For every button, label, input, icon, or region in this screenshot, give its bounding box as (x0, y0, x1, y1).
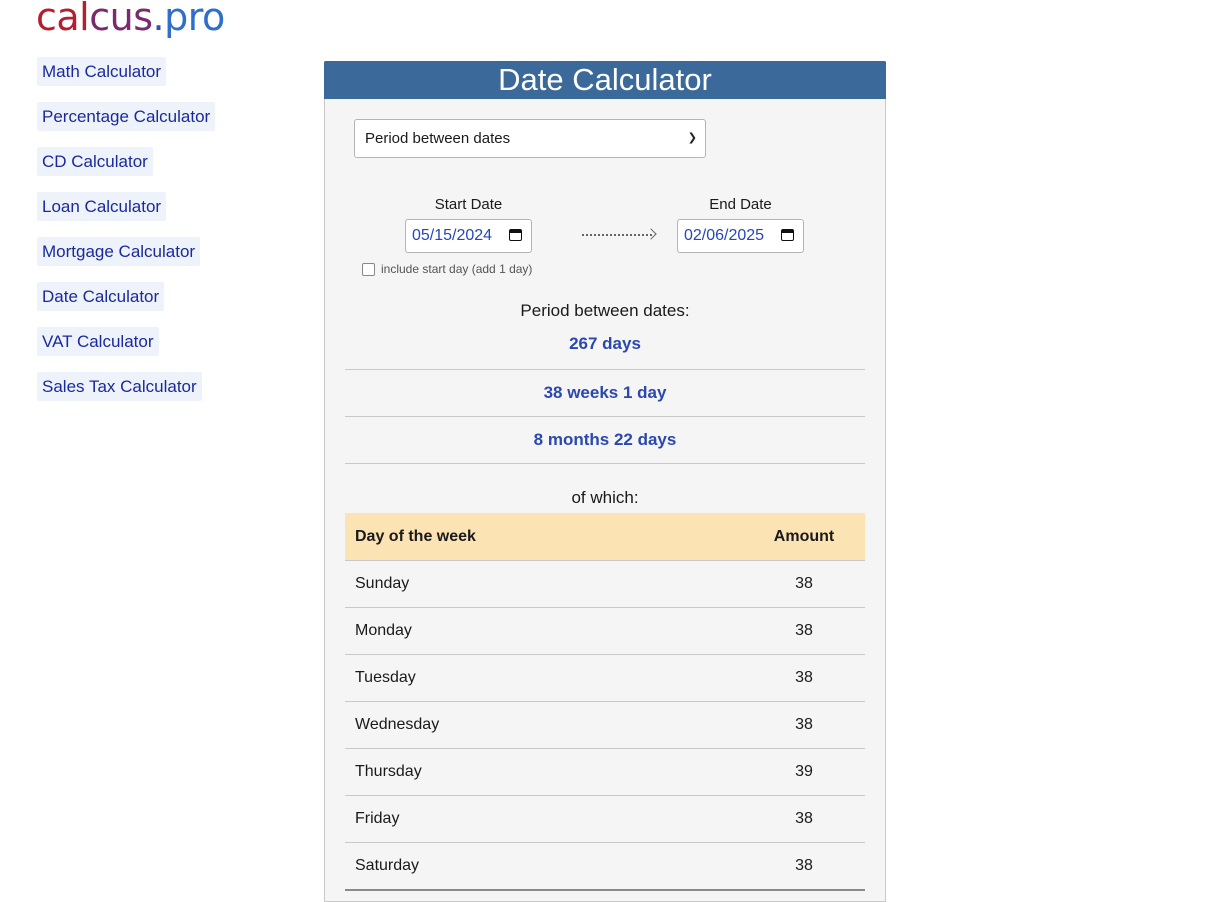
weekday-amount: 38 (744, 701, 865, 749)
sidebar-item-sales-tax[interactable]: Sales Tax Calculator (37, 372, 202, 401)
of-which-label: of which: (571, 488, 639, 507)
sidebar-item-mortgage[interactable]: Mortgage Calculator (37, 237, 201, 266)
date-calculator-panel: Date Calculator Period between dates ❯ S… (324, 61, 886, 902)
weekday-name: Monday (345, 607, 744, 655)
logo-part-1: cal (36, 0, 90, 39)
result-months: 8 months 22 days (345, 417, 865, 464)
weekday-amount: 38 (744, 842, 865, 891)
results-list: 267 days 38 weeks 1 day 8 months 22 days (345, 324, 865, 464)
weekday-amount: 38 (744, 560, 865, 608)
logo-part-3: . (152, 0, 165, 39)
sidebar-item-vat[interactable]: VAT Calculator (37, 327, 159, 356)
end-date-group: End Date 02/06/2025 (677, 195, 804, 253)
table-row: Tuesday 38 (345, 654, 865, 702)
table-row: Saturday 38 (345, 842, 865, 891)
result-days: 267 days (345, 324, 865, 370)
weekday-amount: 38 (744, 654, 865, 702)
calendar-icon[interactable] (781, 229, 794, 241)
table-header-row: Day of the week Amount (345, 513, 865, 561)
result-weeks: 38 weeks 1 day (345, 370, 865, 417)
end-date-label: End Date (709, 196, 772, 213)
table-row: Friday 38 (345, 795, 865, 843)
start-date-group: Start Date 05/15/2024 (405, 195, 532, 253)
table-row: Wednesday 38 (345, 701, 865, 749)
weekday-amount: 39 (744, 748, 865, 796)
weekday-name: Sunday (345, 560, 744, 608)
mode-select[interactable]: Period between dates ❯ (354, 119, 706, 158)
logo-part-4: pro (164, 0, 225, 39)
calendar-icon[interactable] (509, 229, 522, 241)
start-date-value: 05/15/2024 (412, 227, 493, 244)
end-date-input[interactable]: 02/06/2025 (677, 219, 804, 253)
column-header-amount: Amount (744, 513, 865, 561)
column-header-day: Day of the week (345, 513, 744, 561)
table-row: Thursday 39 (345, 748, 865, 796)
weekday-name: Friday (345, 795, 744, 843)
weekday-table: Day of the week Amount Sunday 38 Monday … (345, 513, 865, 891)
include-start-day-checkbox[interactable] (362, 262, 375, 276)
result-title: Period between dates: (520, 301, 690, 320)
weekday-name: Thursday (345, 748, 744, 796)
sidebar-item-loan[interactable]: Loan Calculator (37, 192, 167, 221)
include-start-day-label: include start day (add 1 day) (381, 262, 533, 276)
logo-part-2: cus (89, 0, 153, 39)
sidebar-item-percentage[interactable]: Percentage Calculator (37, 102, 216, 131)
mode-select-value: Period between dates (365, 130, 511, 147)
arrow-right-icon (582, 228, 657, 240)
table-row: Sunday 38 (345, 560, 865, 608)
site-logo[interactable]: calcus.pro (36, 0, 225, 40)
start-date-label: Start Date (434, 196, 503, 213)
sidebar-item-cd[interactable]: CD Calculator (37, 147, 153, 176)
start-date-input[interactable]: 05/15/2024 (405, 219, 532, 253)
weekday-amount: 38 (744, 607, 865, 655)
sidebar-nav: Math Calculator Percentage Calculator CD… (37, 57, 237, 417)
table-row: Monday 38 (345, 607, 865, 655)
weekday-amount: 38 (744, 795, 865, 843)
chevron-down-icon: ❯ (687, 132, 697, 144)
weekday-name: Tuesday (345, 654, 744, 702)
sidebar-item-math[interactable]: Math Calculator (37, 57, 167, 86)
weekday-name: Wednesday (345, 701, 744, 749)
include-start-day-option: include start day (add 1 day) (362, 261, 532, 277)
end-date-value: 02/06/2025 (684, 227, 765, 244)
panel-title: Date Calculator (324, 61, 886, 99)
weekday-name: Saturday (345, 842, 744, 891)
sidebar-item-date[interactable]: Date Calculator (37, 282, 165, 311)
